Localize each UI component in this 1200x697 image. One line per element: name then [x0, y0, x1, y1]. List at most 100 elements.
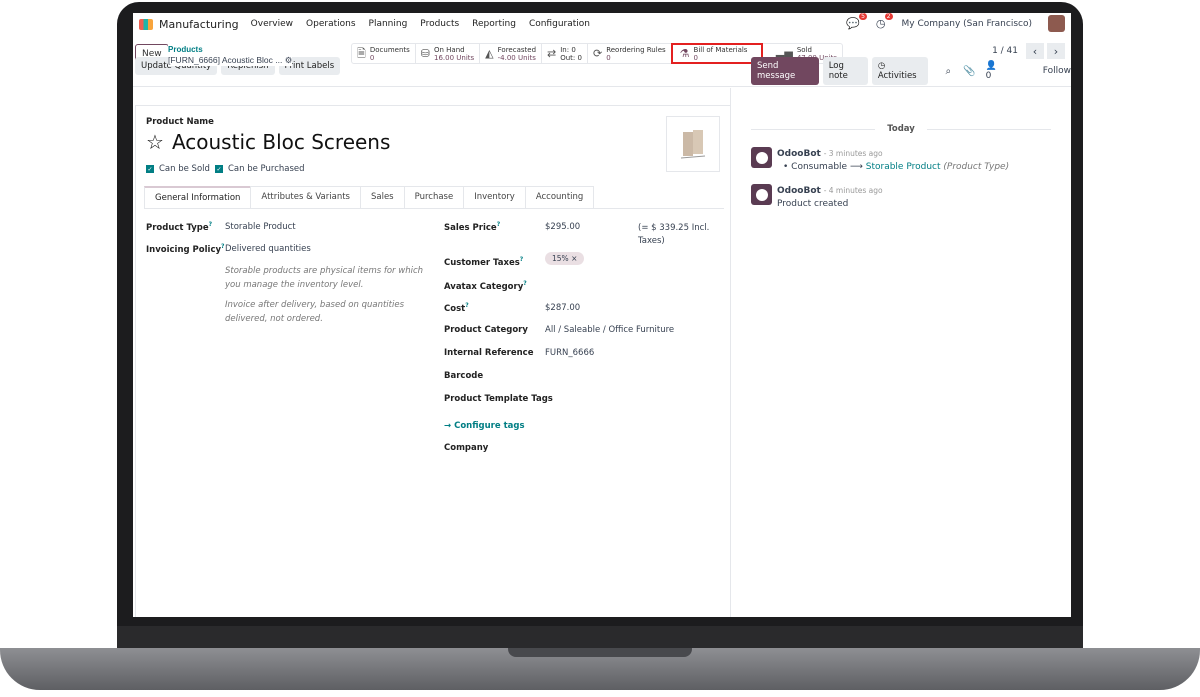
- stat-label: Bill of Materials: [693, 45, 748, 54]
- sales-price-field[interactable]: $295.00: [545, 222, 580, 232]
- internal-reference-field[interactable]: FURN_6666: [545, 348, 594, 358]
- laptop-chin: [117, 626, 1083, 648]
- stat-label: Forecasted: [497, 45, 537, 54]
- arrow-right-icon: ⟶: [849, 162, 863, 172]
- message-author: OdooBot: [777, 186, 821, 196]
- in-out-button[interactable]: ⇄ In: 0 Out: 0: [542, 44, 588, 63]
- stat-value: 0: [369, 53, 375, 62]
- company-switcher[interactable]: My Company (San Francisco): [902, 19, 1032, 29]
- tab-purchase[interactable]: Purchase: [403, 186, 465, 208]
- tab-attributes-variants[interactable]: Attributes & Variants: [250, 186, 361, 208]
- message-time: - 3 minutes ago: [823, 149, 883, 158]
- close-icon[interactable]: ×: [571, 254, 577, 263]
- tab-inventory[interactable]: Inventory: [463, 186, 526, 208]
- send-message-button[interactable]: Send message: [751, 57, 819, 85]
- menu-configuration[interactable]: Configuration: [529, 19, 590, 29]
- tab-sales[interactable]: Sales: [359, 186, 405, 208]
- help-icon: ?: [523, 280, 527, 287]
- followers-button[interactable]: 👤0: [986, 61, 1001, 81]
- customer-taxes-label: Customer Taxes?: [444, 256, 524, 268]
- refresh-icon: ⟳: [592, 46, 603, 60]
- product-category-label: Product Category: [444, 325, 528, 335]
- paperclip-icon[interactable]: 📎: [963, 66, 975, 77]
- reordering-rules-button[interactable]: ⟳ Reordering Rules 0: [588, 44, 672, 63]
- product-type-field[interactable]: Storable Product: [225, 222, 296, 232]
- product-tags-label: Product Template Tags: [444, 394, 553, 404]
- user-icon: 👤: [985, 61, 997, 71]
- can-be-purchased-label: Can be Purchased: [228, 164, 305, 174]
- product-type-label: Product Type?: [146, 221, 213, 233]
- invoicing-policy-field[interactable]: Delivered quantities: [225, 244, 311, 254]
- can-be-purchased-checkbox[interactable]: ✓ Can be Purchased: [215, 164, 305, 174]
- customer-taxes-field[interactable]: 15% ×: [545, 252, 585, 265]
- documents-button[interactable]: 🗎 Documents 0: [352, 44, 416, 63]
- tab-general-information[interactable]: General Information: [144, 186, 252, 208]
- product-name-label: Product Name: [146, 117, 214, 127]
- activities-count: 2: [884, 13, 893, 20]
- user-avatar[interactable]: [1048, 15, 1065, 32]
- laptop-notch: [508, 648, 692, 657]
- form-tabs: General Information Attributes & Variant…: [144, 186, 724, 209]
- help-icon: ?: [465, 302, 469, 309]
- follow-button[interactable]: Follow: [1043, 66, 1071, 76]
- cost-field[interactable]: $287.00: [545, 303, 580, 313]
- product-type-help: Storable products are physical items for…: [225, 266, 423, 290]
- help-icon: ?: [208, 221, 213, 228]
- menu-planning[interactable]: Planning: [369, 19, 408, 29]
- app-name[interactable]: Manufacturing: [159, 18, 239, 31]
- breadcrumb-current: [FURN_6666] Acoustic Bloc ...: [168, 55, 283, 65]
- followers-count: 0: [985, 71, 992, 81]
- help-icon: ?: [496, 221, 501, 228]
- chatter: Today OdooBot - 3 minutes ago • Consumab…: [730, 88, 1071, 617]
- breadcrumb: Products [FURN_6666] Acoustic Bloc ... ⚙: [168, 44, 293, 66]
- gear-icon[interactable]: ⚙: [285, 55, 293, 65]
- search-icon[interactable]: ⌕: [946, 66, 952, 77]
- bill-of-materials-button[interactable]: ⚗ Bill of Materials 0: [670, 43, 764, 64]
- stat-value: Out: 0: [560, 53, 582, 62]
- message-body: Product created: [777, 199, 849, 209]
- on-hand-button[interactable]: ⛁ On Hand 16.00 Units: [416, 44, 481, 63]
- check-icon: ✓: [215, 165, 223, 173]
- sales-price-label: Sales Price?: [444, 221, 501, 233]
- field-name: (Product Type): [943, 162, 1010, 172]
- help-icon: ?: [519, 256, 524, 263]
- document-icon: 🗎: [357, 46, 366, 60]
- product-title: ☆ Acoustic Bloc Screens: [146, 130, 390, 154]
- can-be-sold-checkbox[interactable]: ✓ Can be Sold: [146, 164, 210, 174]
- chatter-message: OdooBot - 3 minutes ago • Consumable ⟶ S…: [751, 147, 1009, 174]
- date-separator: Today: [741, 124, 1061, 134]
- menu-products[interactable]: Products: [420, 19, 459, 29]
- chatter-message: OdooBot - 4 minutes ago Product created: [751, 184, 883, 211]
- pager-value[interactable]: 1 / 41: [992, 46, 1018, 56]
- old-value: Consumable: [791, 162, 848, 172]
- menu-reporting[interactable]: Reporting: [472, 19, 516, 29]
- star-icon[interactable]: ☆: [146, 130, 164, 154]
- breadcrumb-products[interactable]: Products: [168, 44, 292, 55]
- messages-count: 5: [859, 13, 867, 20]
- product-category-field[interactable]: All / Saleable / Office Furniture: [545, 325, 674, 335]
- app-logo-icon[interactable]: [139, 18, 153, 30]
- incl-taxes-text: (= $ 339.25 Incl. Taxes): [638, 223, 710, 246]
- activities-button[interactable]: ◷ Activities: [871, 57, 928, 85]
- product-image[interactable]: [666, 116, 720, 172]
- stat-label: Sold: [796, 45, 812, 54]
- activities-button[interactable]: ◷ 2: [876, 13, 893, 30]
- configure-tags-link[interactable]: → Configure tags: [444, 421, 525, 431]
- log-note-button[interactable]: Log note: [822, 57, 868, 85]
- messages-button[interactable]: 💬 5: [846, 13, 867, 30]
- stat-value: 0: [606, 53, 611, 62]
- menu-overview[interactable]: Overview: [251, 19, 293, 29]
- invoicing-policy-label: Invoicing Policy?: [146, 243, 225, 255]
- menu-operations[interactable]: Operations: [306, 19, 355, 29]
- barcode-label: Barcode: [444, 371, 484, 381]
- invoicing-help: Invoice after delivery, based on quantit…: [225, 300, 405, 324]
- forecasted-button[interactable]: ◭ Forecasted -4.00 Units: [480, 44, 543, 63]
- exchange-icon: ⇄: [547, 46, 557, 60]
- message-time: - 4 minutes ago: [823, 186, 883, 195]
- stat-label: Documents: [369, 45, 410, 54]
- tab-accounting[interactable]: Accounting: [524, 186, 595, 208]
- stat-label: In: 0: [560, 45, 576, 54]
- product-name-input[interactable]: Acoustic Bloc Screens: [172, 130, 390, 154]
- screen: Manufacturing Overview Operations Planni…: [133, 13, 1071, 617]
- avatax-category-label: Avatax Category?: [444, 280, 527, 292]
